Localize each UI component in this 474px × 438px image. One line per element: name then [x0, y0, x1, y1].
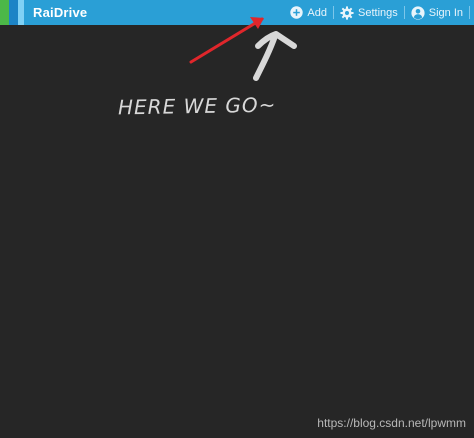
settings-label: Settings	[358, 6, 398, 19]
app-title: RaiDrive	[33, 5, 88, 20]
sign-in-button[interactable]: Sign In	[405, 0, 469, 25]
toolbar: Add Settings Sign In	[284, 0, 474, 25]
toolbar-separator	[469, 6, 470, 19]
plus-circle-icon	[290, 6, 304, 19]
title-bar: RaiDrive Add Settings Sign In	[0, 0, 474, 25]
user-circle-icon	[411, 5, 425, 20]
sign-in-label: Sign In	[428, 6, 463, 19]
gear-icon	[340, 5, 354, 20]
settings-button[interactable]: Settings	[334, 0, 404, 25]
watermark: https://blog.csdn.net/lpwmm	[317, 416, 466, 430]
add-button[interactable]: Add	[284, 0, 333, 25]
drive-list-area	[0, 25, 474, 438]
handwritten-note: HERE WE GO~	[117, 92, 277, 120]
app-logo	[0, 0, 24, 25]
add-label: Add	[307, 6, 327, 19]
